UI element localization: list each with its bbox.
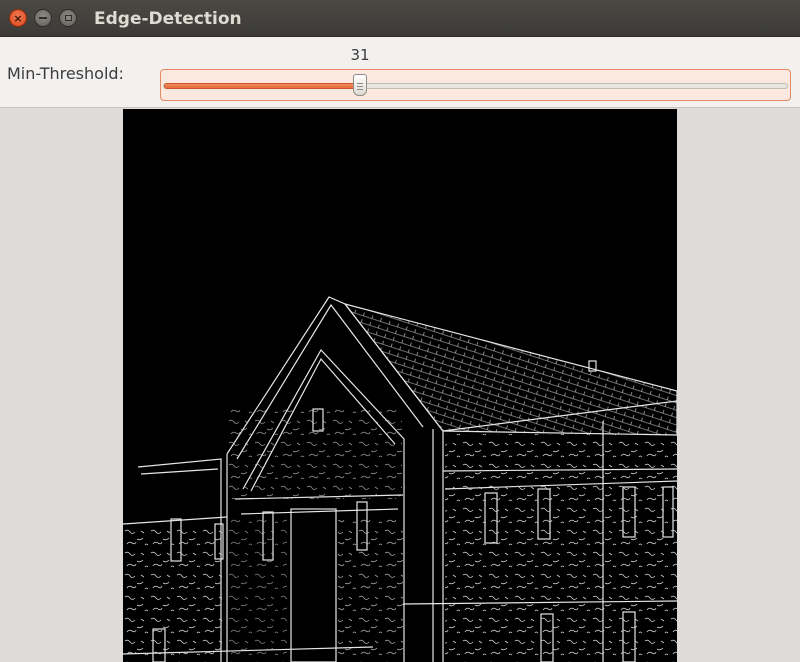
close-icon: ×	[13, 11, 23, 25]
maximize-icon	[64, 15, 72, 21]
threshold-label: Min-Threshold:	[7, 64, 124, 83]
controls-panel: Min-Threshold: 31	[0, 37, 800, 108]
minimize-icon	[39, 17, 47, 19]
slider-trough[interactable]	[163, 83, 788, 89]
window-titlebar[interactable]: × Edge-Detection	[0, 0, 800, 37]
edge-detected-building-image	[123, 109, 677, 662]
threshold-value: 31	[350, 46, 370, 64]
edge-image	[123, 109, 677, 662]
window-title: Edge-Detection	[94, 9, 242, 29]
minimize-button[interactable]	[34, 9, 52, 27]
slider-handle[interactable]	[353, 74, 368, 96]
maximize-button[interactable]	[59, 9, 77, 27]
slider-fill	[164, 83, 362, 89]
close-button[interactable]: ×	[9, 9, 27, 27]
threshold-slider[interactable]	[160, 69, 791, 101]
